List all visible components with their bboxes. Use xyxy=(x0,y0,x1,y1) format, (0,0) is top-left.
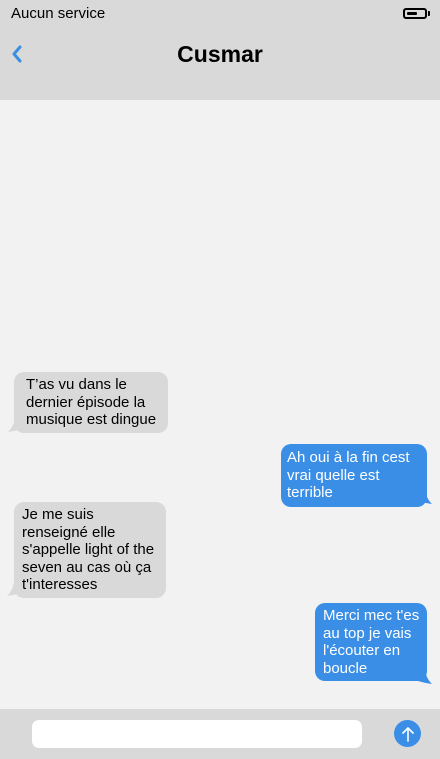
message-text: Je me suis renseigné elle s'appelle ligh… xyxy=(22,506,155,593)
send-button[interactable] xyxy=(394,720,421,747)
battery-icon xyxy=(403,8,427,19)
message-input[interactable] xyxy=(32,720,362,748)
bubble-tail xyxy=(8,418,24,432)
conversation-title: Cusmar xyxy=(177,41,263,67)
message-bubble-incoming: Je me suis renseigné elle s'appelle ligh… xyxy=(14,502,166,598)
message-text: T’as vu dans le dernier épisode la musiq… xyxy=(26,376,157,428)
message-bubble-outgoing: Ah oui à la fin cest vrai quelle est ter… xyxy=(281,444,427,507)
message-bubble-incoming: T’as vu dans le dernier épisode la musiq… xyxy=(14,372,168,433)
message-text: Merci mec t'es au top je vais l'écouter … xyxy=(323,607,420,677)
battery-tip xyxy=(428,11,430,16)
carrier-label: Aucun service xyxy=(11,5,106,22)
bubble-tail xyxy=(416,670,432,684)
arrow-up-icon xyxy=(401,726,414,742)
message-bubble-outgoing: Merci mec t'es au top je vais l'écouter … xyxy=(315,603,427,681)
battery-level xyxy=(407,12,417,15)
bubble-tail xyxy=(7,582,23,596)
navigation-bar: Aucun service Cusmar xyxy=(0,0,440,100)
bubble-tail xyxy=(416,490,432,504)
composer-bar xyxy=(0,709,440,759)
message-text: Ah oui à la fin cest vrai quelle est ter… xyxy=(287,449,410,501)
